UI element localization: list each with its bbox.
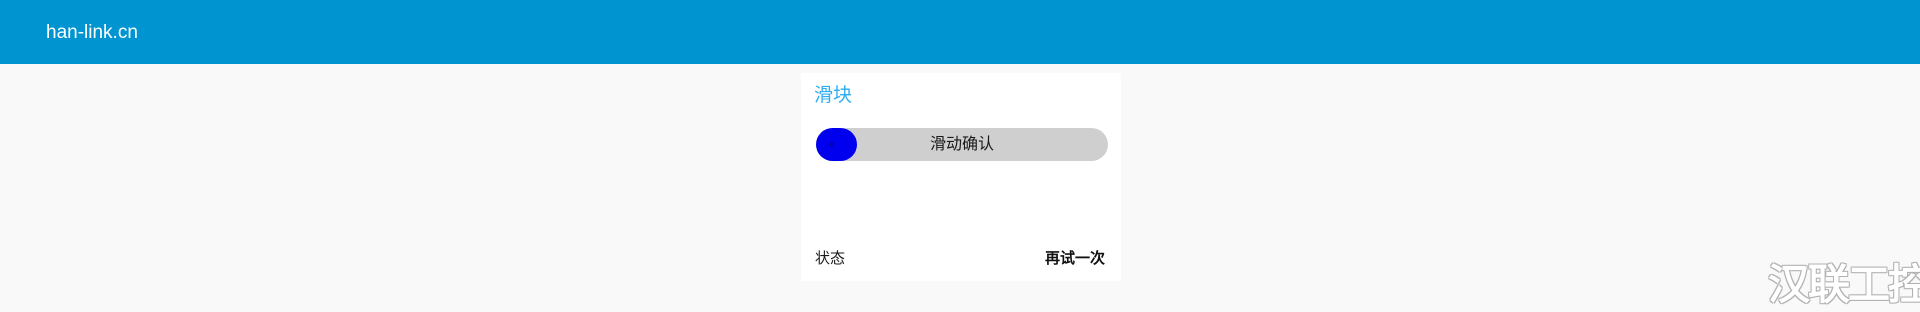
status-label: 状态 [815, 250, 846, 267]
slider-track[interactable]: 滑动确认 » [816, 128, 1108, 161]
double-chevron-right-icon: » [828, 137, 835, 151]
site-brand[interactable]: han-link.cn [46, 22, 138, 44]
slider-handle[interactable]: » [816, 128, 857, 161]
slider-card: 滑块 滑动确认 » 状态 再试一次 [801, 73, 1121, 281]
slider-label: 滑动确认 [929, 136, 994, 153]
top-bar: han-link.cn [0, 0, 1920, 64]
watermark-logo: 汉联工控吧 [1768, 261, 1920, 308]
card-title: 滑块 [814, 85, 853, 106]
retry-button[interactable]: 再试一次 [1045, 249, 1105, 269]
